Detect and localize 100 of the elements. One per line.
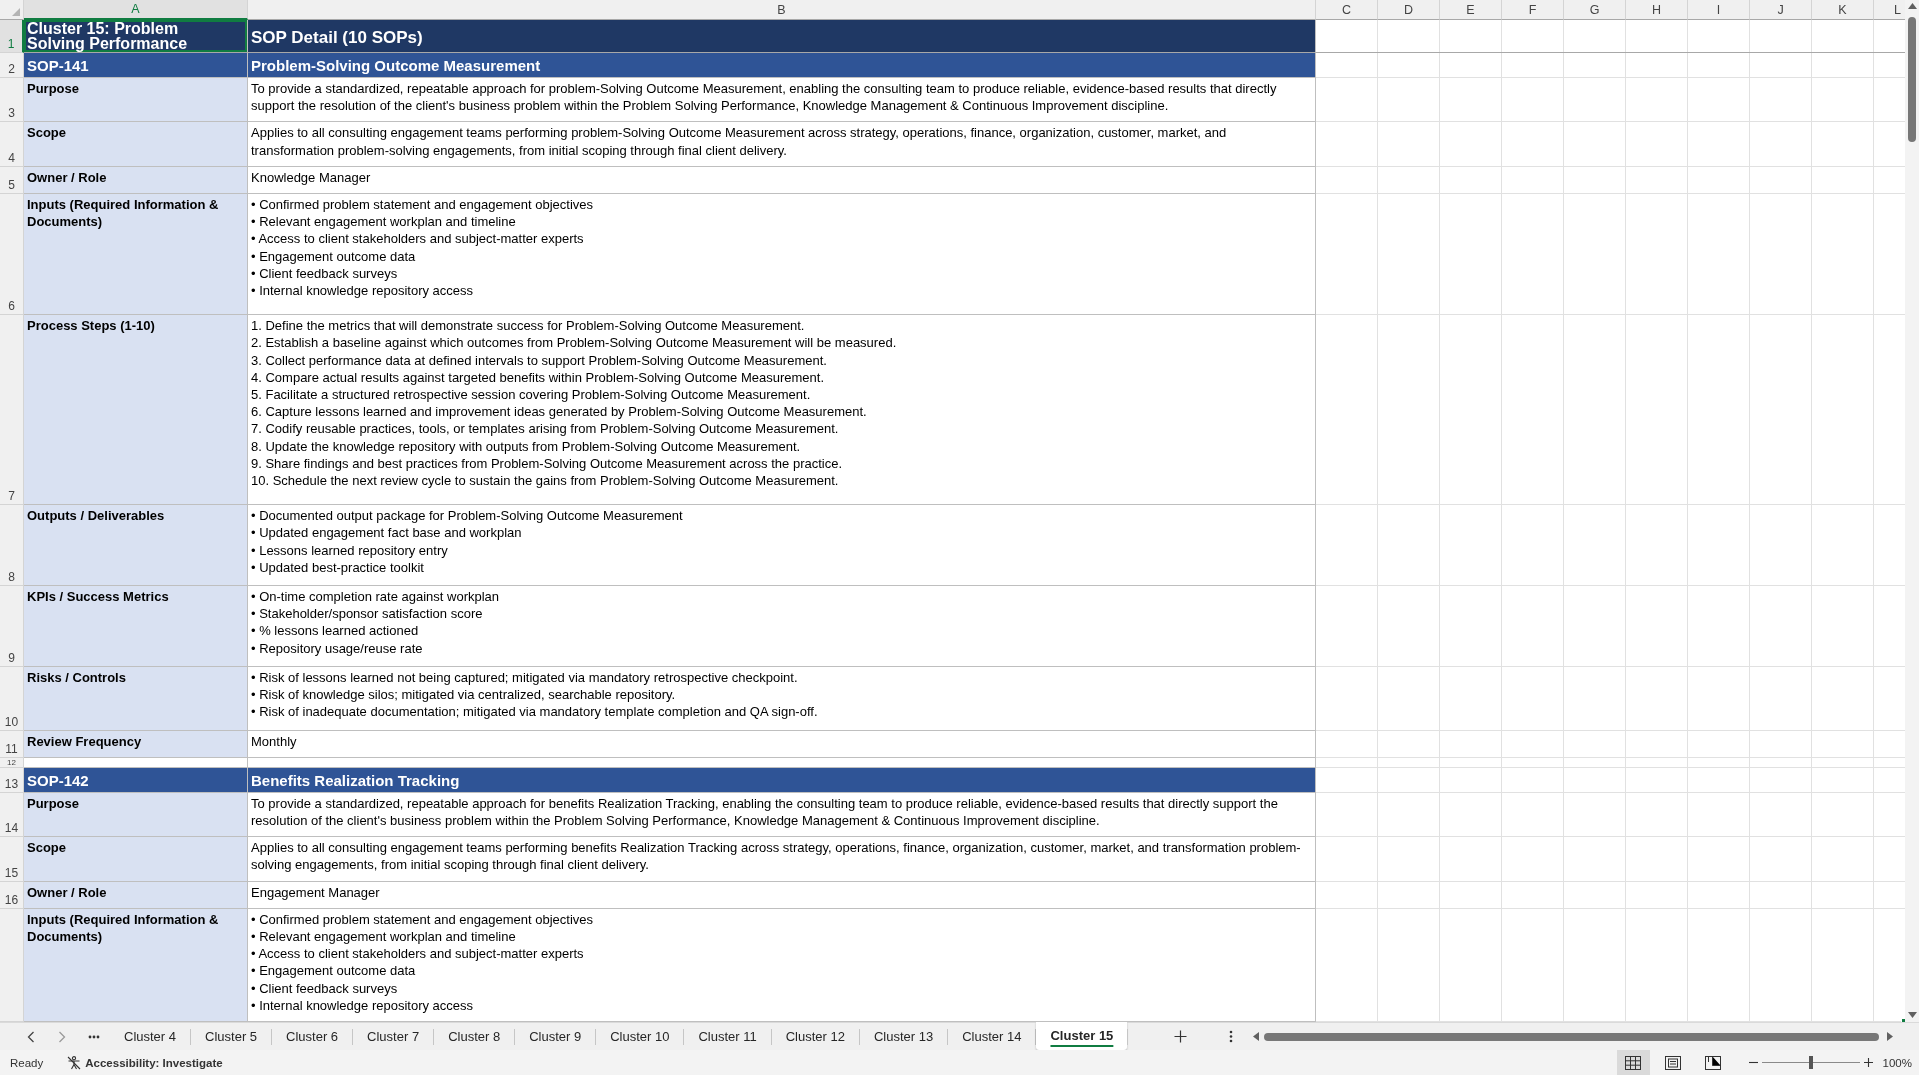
column-header[interactable]: L [1874, 0, 1905, 20]
list-item: • Confirmed problem statement and engagement objectives [251, 910, 594, 928]
list-item: • Engagement outcome data [251, 247, 416, 265]
list-item: • Confirmed problem statement and engagement objectives [251, 196, 594, 214]
row-number[interactable]: 16 [0, 881, 24, 909]
zoom-level[interactable]: 100% [1882, 1056, 1912, 1069]
cell-text: Engagement Manager [251, 883, 381, 901]
row-number[interactable]: 12 [0, 757, 24, 768]
accessibility-icon[interactable] [67, 1055, 82, 1070]
list-item: 2. Establish a baseline against which outcomes from Problem-Solving Outcome Measurement will be measured. [251, 334, 897, 352]
cell-text: Applies to all consulting engagement teams performing benefits Realization Tracking across strategy, operations, finance, organization, customer, market, and transformation problem-solving engagements, from initial scoping through final client delivery. [251, 839, 1301, 874]
list-item: • Risk of knowledge silos; mitigated via centralized, searchable repository. [251, 686, 676, 704]
sheet-tab[interactable]: Cluster 6 [272, 1023, 353, 1050]
row-number[interactable]: 15 [0, 837, 24, 882]
column-header[interactable]: C [1316, 0, 1378, 20]
chevron-right-icon[interactable] [58, 1030, 66, 1043]
label-cell: Scope [24, 837, 248, 882]
list-item: • Access to client stakeholders and subject-matter experts [251, 230, 584, 248]
cell-text: Monthly [251, 732, 298, 750]
scrollbar-thumb[interactable] [1264, 1032, 1879, 1041]
row-number[interactable]: 9 [0, 586, 24, 667]
column-header[interactable]: J [1750, 0, 1812, 20]
sheet-tab[interactable]: Cluster 14 [948, 1023, 1036, 1050]
column-header[interactable]: G [1564, 0, 1626, 20]
left-triangle-icon[interactable] [1253, 1032, 1260, 1041]
normal-view-button[interactable] [1616, 1050, 1650, 1075]
sop-title-cell: Benefits Realization Tracking [248, 767, 1316, 793]
more-icon[interactable] [88, 1034, 100, 1039]
list-item: • Lessons learned repository entry [251, 541, 448, 559]
status-text: Ready [10, 1056, 44, 1069]
cluster-title-cell: Cluster 15: Problem Solving Performance [24, 20, 248, 53]
list-item: • Engagement outcome data [251, 962, 416, 980]
row-number[interactable]: 8 [0, 505, 24, 587]
row-number[interactable]: 1 [0, 20, 24, 53]
row-number[interactable]: 5 [0, 166, 24, 194]
plus-icon[interactable] [1174, 1030, 1188, 1043]
column-header[interactable]: A [24, 0, 248, 20]
corner-triangle-icon [12, 8, 20, 16]
row-number[interactable]: 6 [0, 194, 24, 316]
column-header[interactable]: H [1626, 0, 1688, 20]
list-item: • Access to client stakeholders and subject-matter experts [251, 945, 584, 963]
slider-thumb[interactable] [1808, 1056, 1813, 1069]
list-item: • Client feedback surveys [251, 979, 398, 997]
list-item: • Relevant engagement workplan and timeline [251, 927, 516, 946]
sheet-tab[interactable]: Cluster 11 [684, 1023, 771, 1050]
label-cell: KPIs / Success Metrics [24, 586, 248, 667]
column-header[interactable]: I [1688, 0, 1750, 20]
column-header[interactable]: D [1378, 0, 1440, 20]
column-header[interactable]: F [1502, 0, 1564, 20]
sheet-tab[interactable]: Cluster 4 [110, 1023, 191, 1050]
label-cell: Owner / Role [24, 881, 248, 909]
row-number[interactable]: 14 [0, 792, 24, 838]
list-item: 8. Update the knowledge repository with outputs from Problem-Solving Outcome Measurement. [251, 437, 801, 455]
row-number[interactable]: 11 [0, 730, 24, 758]
list-item: 5. Facilitate a structured retrospective session covering Problem-Solving Outcome Measurement. [251, 386, 811, 404]
down-triangle-icon[interactable] [1907, 1012, 1917, 1018]
list-item: 7. Codify reusable practices, tools, or templates arising from Problem-Solving Outcome Measurement. [251, 420, 839, 438]
list-item: 3. Collect performance data at defined intervals to support Problem-Solving Outcome Measurement. [251, 351, 827, 369]
sheet-tab[interactable]: Cluster 12 [771, 1023, 859, 1050]
list-item: • Internal knowledge repository access [251, 996, 474, 1014]
label-cell: Scope [24, 122, 248, 167]
list-item: • Stakeholder/sponsor satisfaction score [251, 605, 483, 623]
page-break-icon [1705, 1055, 1722, 1070]
scrollbar-thumb[interactable] [1908, 17, 1916, 142]
column-header[interactable]: E [1440, 0, 1502, 20]
label-cell: Process Steps (1-10) [24, 315, 248, 506]
sheet-tab[interactable]: Cluster 15 [1036, 1021, 1128, 1050]
row-header[interactable] [0, 908, 24, 1022]
list-item: • Documented output package for Problem-Solving Outcome Measurement [251, 507, 683, 525]
sheet-tab[interactable]: Cluster 9 [515, 1023, 596, 1050]
row-number[interactable]: 13 [0, 767, 24, 793]
select-all-button[interactable] [0, 0, 24, 20]
list-item: 6. Capture lessons learned and improvement ideas generated by Problem-Solving Outcome Measurement. [251, 403, 867, 421]
sheet-tab[interactable]: Cluster 5 [191, 1023, 272, 1050]
list-item: • Client feedback surveys [251, 264, 398, 283]
cell-text: Knowledge Manager [251, 168, 372, 186]
list-item: 4. Compare actual results against targeted benefits within Problem-Solving Outcome Measurement. [251, 368, 824, 387]
row-number[interactable]: 3 [0, 78, 24, 123]
list-item: • Relevant engagement workplan and timeline [251, 213, 516, 231]
sheet-tab[interactable]: Cluster 7 [353, 1023, 434, 1050]
list-item: • Repository usage/reuse rate [251, 639, 423, 657]
plus-icon[interactable] [1863, 1058, 1873, 1067]
sheet-tab[interactable]: Cluster 10 [596, 1023, 684, 1050]
column-header[interactable]: B [248, 0, 1316, 20]
sop-id-cell: SOP-141 [24, 53, 248, 78]
row-number[interactable]: 7 [0, 315, 24, 506]
row-number[interactable]: 2 [0, 53, 24, 78]
more-vertical-icon[interactable] [1229, 1030, 1234, 1043]
sheet-tab[interactable]: Cluster 8 [434, 1023, 515, 1050]
row-number[interactable]: 4 [0, 122, 24, 167]
accessibility-button[interactable]: Accessibility: Investigate [85, 1056, 223, 1069]
row-number[interactable]: 10 [0, 666, 24, 731]
right-triangle-icon[interactable] [1887, 1032, 1893, 1041]
sheet-tab[interactable]: Cluster 13 [860, 1023, 948, 1050]
label-cell: Purpose [24, 78, 248, 123]
column-header[interactable]: K [1812, 0, 1874, 20]
sop-id-cell: SOP-142 [24, 767, 248, 793]
chevron-left-icon[interactable] [27, 1030, 35, 1043]
page-icon [1665, 1055, 1682, 1070]
up-triangle-icon[interactable] [1907, 3, 1917, 9]
